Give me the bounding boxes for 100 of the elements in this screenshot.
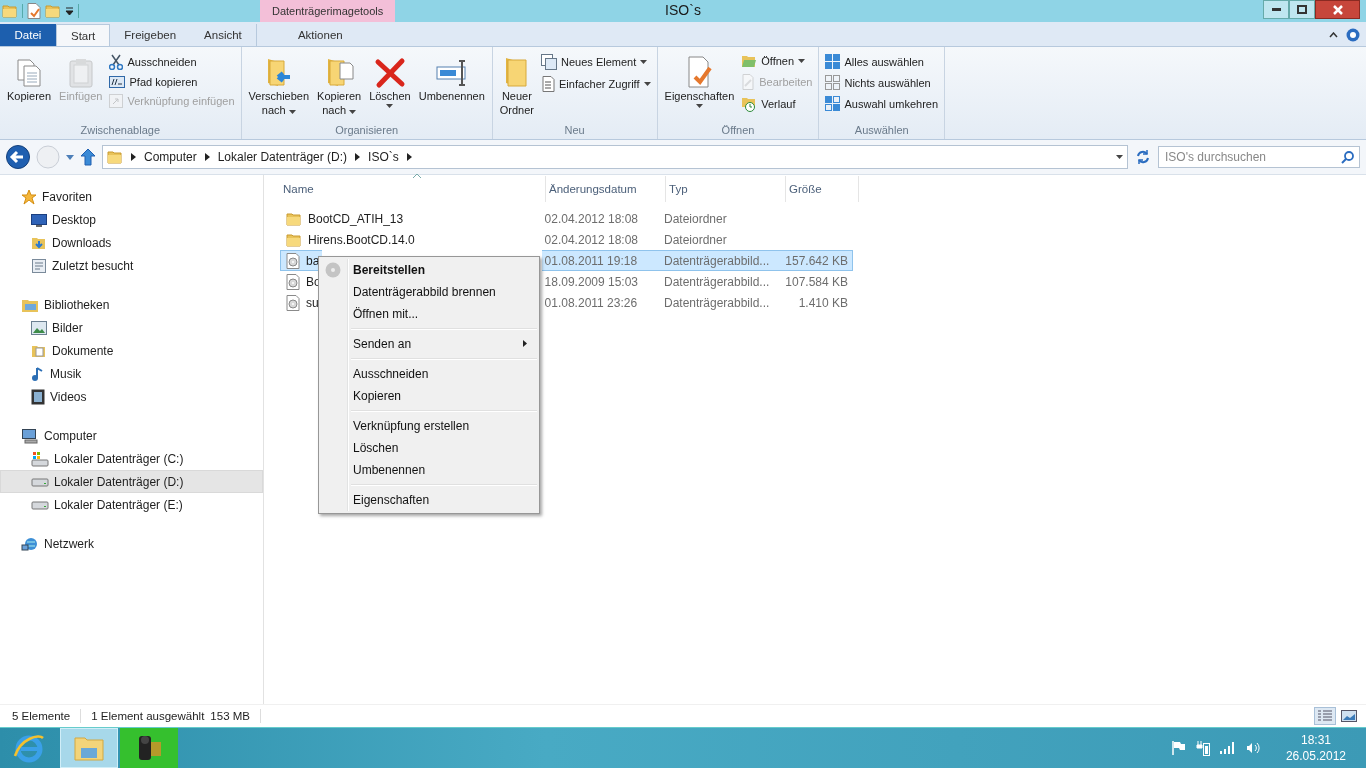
ribbon-button[interactable]: Alles auswählen [823, 53, 941, 70]
help-icon[interactable] [1346, 28, 1360, 42]
minimize-button[interactable] [1263, 0, 1289, 19]
column-header[interactable]: Typ [666, 176, 786, 202]
ribbon-button[interactable]: Verlauf [739, 95, 815, 113]
caret-icon [386, 104, 394, 108]
recent-locations-caret-icon[interactable] [66, 154, 74, 160]
menu-item[interactable]: Kopieren [321, 385, 537, 407]
breadcrumb-item[interactable]: Computer [144, 150, 197, 164]
search-icon [1341, 151, 1354, 164]
computer-icon [21, 427, 39, 444]
file-name-cell[interactable]: Hirens.BootCD.14.0 [280, 229, 418, 250]
taskbar-app[interactable] [120, 728, 178, 768]
nav-item[interactable]: Bilder [0, 316, 263, 339]
battery-plug-icon[interactable] [1195, 740, 1210, 756]
flag-icon[interactable] [1171, 741, 1186, 755]
nav-item[interactable]: Musik [0, 362, 263, 385]
type-cell-text: Datenträgerabbild... [662, 273, 771, 291]
column-header[interactable]: Name [280, 176, 546, 202]
music-note-icon [31, 365, 45, 382]
caret-icon [349, 110, 357, 114]
address-field[interactable]: Computer Lokaler Datenträger (D:) ISO`s [102, 145, 1128, 169]
nav-item[interactable]: Lokaler Datenträger (C:) [0, 447, 263, 470]
monitor-icon [31, 212, 47, 227]
nav-item[interactable]: Favoriten [0, 185, 263, 208]
column-header[interactable]: Änderungsdatum [546, 176, 666, 202]
speaker-icon[interactable] [1245, 741, 1262, 755]
column-header[interactable]: Größe [786, 176, 859, 202]
ribbon-button[interactable]: Auswahl umkehren [823, 95, 941, 112]
disc-icon [325, 262, 341, 278]
history-icon [741, 96, 758, 112]
date-cell-text: 18.09.2009 15:03 [543, 273, 639, 291]
menu-item[interactable]: Bereitstellen [321, 259, 537, 281]
menu-item[interactable]: Öffnen mit... [321, 303, 537, 325]
back-button[interactable] [6, 145, 30, 169]
menu-item[interactable]: Datenträgerabbild brennen [321, 281, 537, 303]
ribbon-button[interactable]: Nichts auswählen [823, 74, 941, 91]
ribbon-button[interactable]: Verschieben nach [245, 49, 313, 124]
nav-item[interactable]: Lokaler Datenträger (E:) [0, 493, 263, 516]
folder-open-icon [741, 54, 758, 68]
chevron-icon [131, 153, 136, 161]
customize-dropdown-icon[interactable] [65, 7, 74, 15]
folder-icon [2, 3, 18, 19]
delete-icon [373, 57, 406, 89]
drive-icon [31, 499, 49, 510]
menu-item[interactable]: Umbenennen [321, 459, 537, 481]
search-field[interactable]: ISO's durchsuchen [1158, 146, 1360, 168]
select-none-icon [825, 75, 841, 90]
file-name-cell[interactable]: su [280, 292, 322, 313]
breadcrumb-item[interactable]: Lokaler Datenträger (D:) [217, 150, 348, 164]
menu-item[interactable]: Löschen [321, 437, 537, 459]
restore-button[interactable] [1289, 0, 1315, 19]
ribbon-button[interactable]: Löschen [366, 49, 414, 124]
ribbon-button[interactable]: Neuer Ordner [496, 49, 538, 124]
ribbon-button[interactable]: Pfad kopieren [107, 75, 237, 89]
type-cell: Datenträgerabbild... [660, 250, 781, 271]
menu-item[interactable]: Senden an [321, 333, 537, 355]
caret-icon [798, 59, 806, 63]
up-arrow-icon[interactable] [80, 148, 96, 166]
properties-icon[interactable] [27, 3, 41, 19]
ribbon-button[interactable]: Umbenennen [415, 49, 488, 124]
nav-item[interactable]: Dokumente [0, 339, 263, 362]
collapse-ribbon-icon[interactable] [1329, 32, 1338, 38]
nav-item[interactable]: Computer [0, 424, 263, 447]
thumbnail-view-button[interactable] [1338, 707, 1360, 725]
nav-item[interactable]: Zuletzt besucht [0, 254, 263, 277]
ribbon-button[interactable]: Ausschneiden [107, 53, 237, 71]
file-name-cell[interactable]: ba [280, 250, 323, 271]
close-button[interactable] [1315, 0, 1360, 19]
ribbon-tab[interactable]: Start [56, 24, 111, 46]
refresh-icon[interactable] [1134, 148, 1152, 166]
nav-item[interactable]: Lokaler Datenträger (D:) [0, 470, 263, 493]
menu-item[interactable]: Verknüpfung erstellen [321, 415, 537, 437]
ribbon-tab[interactable]: Aktionen [255, 24, 384, 46]
nav-item[interactable]: Bibliotheken [0, 293, 263, 316]
disc-image-icon [286, 294, 300, 311]
ribbon-button[interactable]: Eigenschaften [661, 49, 738, 124]
menu-item[interactable]: Eigenschaften [321, 489, 537, 511]
ribbon-button[interactable]: Einfacher Zugriff [539, 75, 653, 93]
context-tab-group: Datenträgerimagetools [260, 0, 396, 22]
ribbon-button[interactable]: Kopieren [4, 49, 55, 124]
signal-bars-icon[interactable] [1219, 742, 1236, 754]
ribbon-tab[interactable]: Freigeben [110, 24, 191, 46]
item-count: 5 Elemente [12, 710, 71, 722]
file-name-cell[interactable]: BootCD_ATIH_13 [280, 208, 407, 229]
ribbon-button[interactable]: Kopieren nach [314, 49, 365, 124]
ribbon-tab[interactable]: Ansicht [190, 24, 256, 46]
nav-item[interactable]: Netzwerk [0, 532, 263, 555]
folder-icon [286, 210, 302, 227]
breadcrumb-item[interactable]: ISO`s [368, 150, 399, 164]
caret-icon [288, 110, 296, 114]
ribbon-button[interactable]: Neues Element [539, 53, 653, 71]
nav-item[interactable]: Downloads [0, 231, 263, 254]
menu-item[interactable]: Ausschneiden [321, 363, 537, 385]
ribbon-button[interactable]: Öffnen [739, 53, 815, 69]
file-menu-tab[interactable]: Datei [0, 24, 56, 46]
caret-icon [643, 82, 651, 86]
nav-item[interactable]: Desktop [0, 208, 263, 231]
nav-item[interactable]: Videos [0, 385, 263, 408]
disc-image-icon [286, 273, 300, 290]
